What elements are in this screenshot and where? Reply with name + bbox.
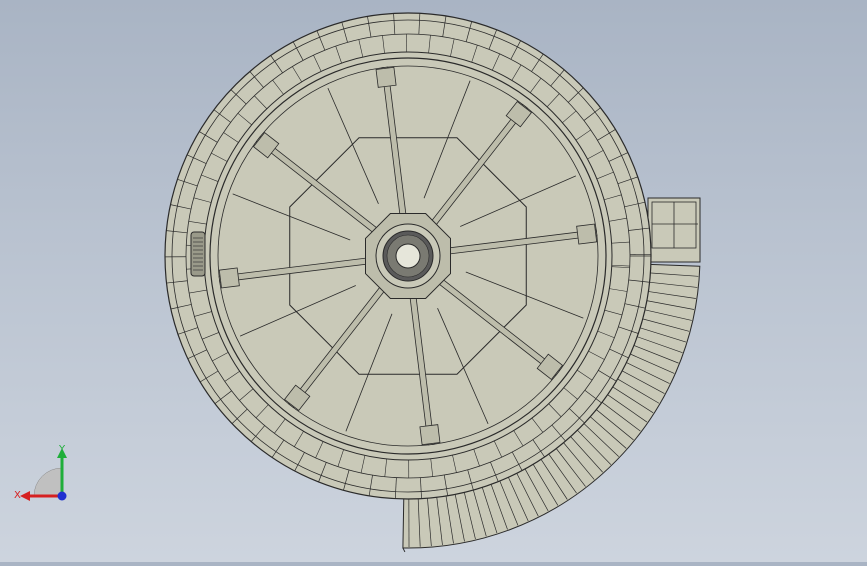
beam-bracket-plate — [376, 67, 396, 87]
axis-triad: Y X — [12, 440, 76, 510]
beam-bracket — [219, 268, 239, 288]
beam-bracket-plate — [420, 425, 440, 445]
tank-top-view-model — [0, 0, 867, 562]
beam-bracket — [577, 224, 597, 244]
beam-bracket-plate — [577, 224, 597, 244]
stair-landing-platform — [648, 198, 700, 262]
hub-bore — [396, 244, 420, 268]
beam-bracket — [420, 425, 440, 445]
stair-end — [403, 548, 405, 552]
x-axis-arrow — [20, 491, 30, 501]
z-axis-dot — [58, 492, 67, 501]
manway-hatch — [191, 232, 205, 276]
center-hub — [366, 214, 451, 299]
beam-bracket — [376, 67, 396, 87]
y-axis-label: Y — [58, 444, 66, 455]
cad-viewport[interactable]: Y X — [0, 0, 867, 562]
x-axis-label: X — [14, 490, 21, 501]
beam-bracket-plate — [219, 268, 239, 288]
triad-quadrant-shape — [34, 468, 62, 496]
